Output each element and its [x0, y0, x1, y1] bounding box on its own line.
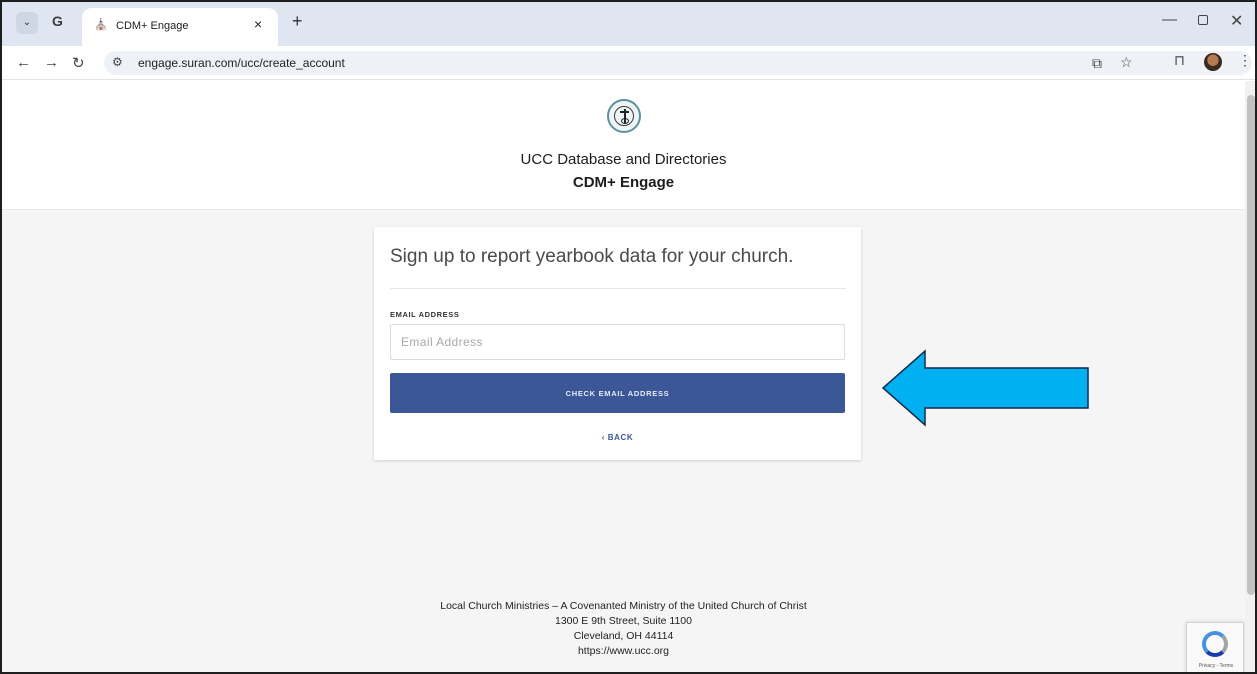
- footer-line-3: Cleveland, OH 44114: [573, 630, 674, 642]
- tab-title: CDM+ Engage: [116, 20, 189, 32]
- page-viewport: UCC Database and Directories CDM+ Engage…: [2, 81, 1245, 672]
- footer-line-2: 1300 E 9th Street, Suite 1100: [555, 615, 692, 627]
- email-label: EMAIL ADDRESS: [390, 310, 460, 319]
- site-info-icon[interactable]: ⚙: [112, 55, 123, 69]
- site-header: UCC Database and Directories CDM+ Engage: [2, 81, 1245, 210]
- new-tab-button[interactable]: +: [292, 11, 303, 32]
- footer-line-4[interactable]: https://www.ucc.org: [2, 644, 1245, 659]
- arrow-shape: [881, 349, 1089, 427]
- tab-close-icon[interactable]: ×: [254, 16, 262, 32]
- forward-icon[interactable]: →: [44, 54, 59, 71]
- browser-window: ⌄ G ⛪ CDM+ Engage × + — ✕ ← → ↻ ⚙ engage…: [0, 0, 1257, 674]
- annotation-arrow-icon: [881, 349, 1089, 427]
- back-link[interactable]: ‹ BACK: [374, 433, 861, 442]
- recaptcha-icon: [1202, 631, 1228, 657]
- footer-line-1: Local Church Ministries – A Covenanted M…: [440, 600, 807, 612]
- email-field[interactable]: [390, 324, 845, 360]
- divider: [390, 288, 846, 289]
- back-icon[interactable]: ←: [16, 54, 31, 71]
- extensions-icon[interactable]: ⊓: [1174, 52, 1185, 69]
- google-icon[interactable]: G: [52, 13, 63, 29]
- recaptcha-badge[interactable]: Privacy - Terms: [1186, 622, 1245, 672]
- menu-icon[interactable]: ⋮: [1238, 52, 1252, 69]
- check-email-button[interactable]: CHECK EMAIL ADDRESS: [390, 373, 845, 413]
- install-app-icon[interactable]: ⧉: [1092, 55, 1102, 72]
- url-text[interactable]: engage.suran.com/ucc/create_account: [138, 56, 345, 70]
- ucc-seal-icon: [607, 99, 641, 133]
- bookmark-star-icon[interactable]: ☆: [1120, 54, 1133, 71]
- tab-search-icon[interactable]: ⌄: [16, 12, 38, 34]
- org-name: UCC Database and Directories: [520, 151, 727, 168]
- maximize-icon[interactable]: [1198, 15, 1208, 25]
- church-favicon-icon: ⛪: [94, 19, 108, 31]
- reload-icon[interactable]: ↻: [72, 54, 85, 72]
- minimize-icon[interactable]: —: [1162, 11, 1177, 28]
- browser-toolbar: ← → ↻ ⚙ engage.suran.com/ucc/create_acco…: [2, 46, 1255, 80]
- scrollbar-thumb[interactable]: [1247, 95, 1255, 595]
- profile-avatar-icon[interactable]: [1204, 53, 1222, 71]
- site-footer: Local Church Ministries – A Covenanted M…: [2, 599, 1245, 659]
- tab-strip: ⌄ G ⛪ CDM+ Engage × + — ✕: [2, 2, 1255, 46]
- window-close-icon[interactable]: ✕: [1230, 11, 1243, 31]
- signup-card: Sign up to report yearbook data for your…: [374, 227, 861, 460]
- tab-cdm-engage[interactable]: ⛪ CDM+ Engage ×: [82, 8, 278, 46]
- signup-title: Sign up to report yearbook data for your…: [390, 246, 794, 267]
- scrollbar[interactable]: [1245, 81, 1255, 672]
- address-bar[interactable]: ⚙ engage.suran.com/ucc/create_account ⧉ …: [104, 51, 1252, 75]
- app-name: CDM+ Engage: [572, 174, 675, 191]
- recaptcha-terms[interactable]: Privacy - Terms: [1187, 663, 1245, 669]
